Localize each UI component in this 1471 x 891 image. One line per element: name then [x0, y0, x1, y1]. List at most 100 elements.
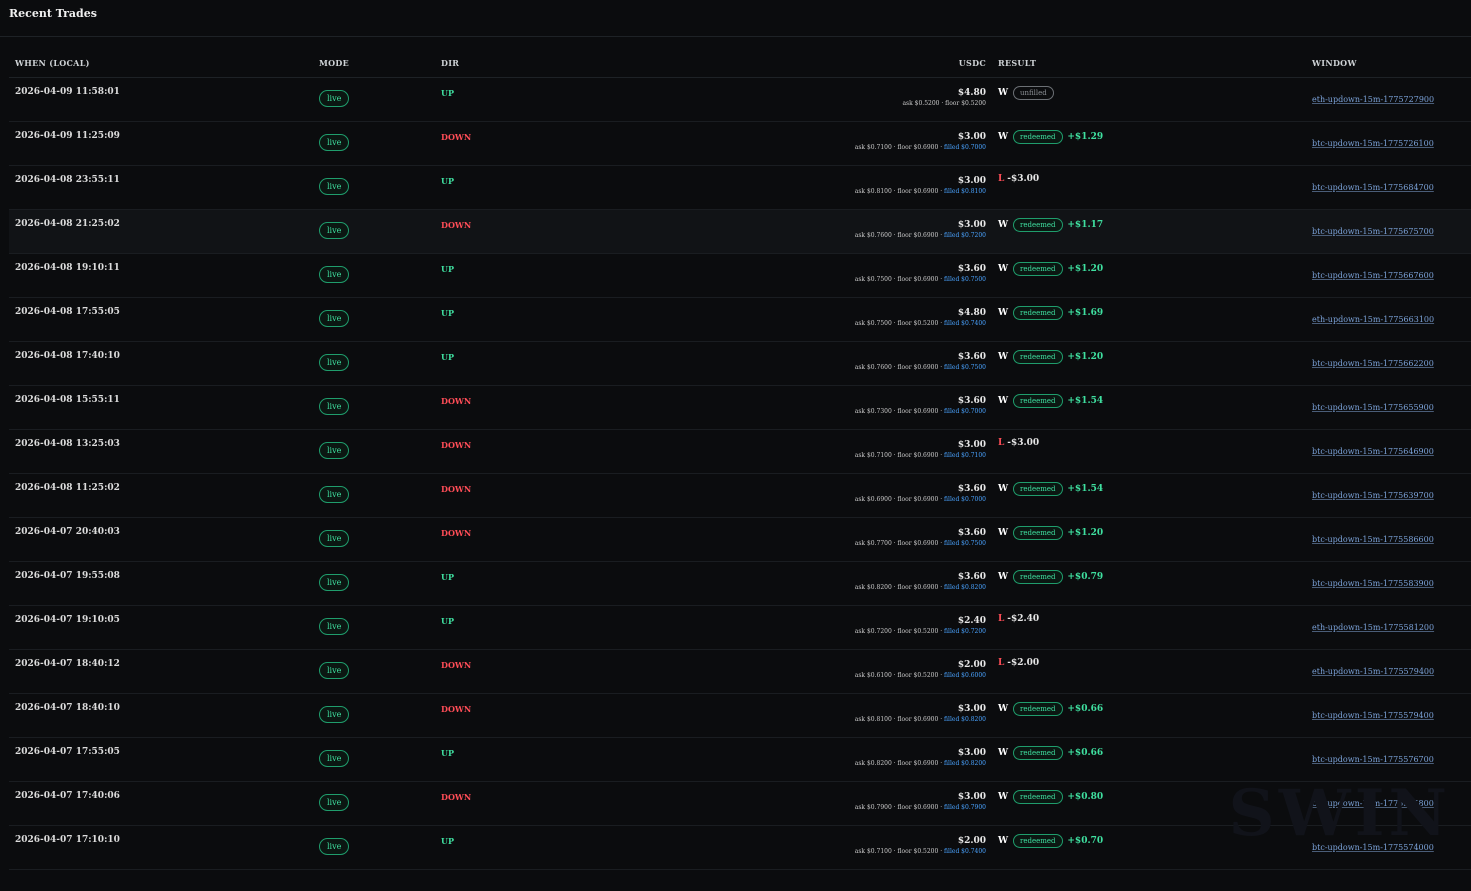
window-link[interactable]: btc-updown-15m-1775646900 [1312, 447, 1434, 456]
panel-header: Recent Trades [0, 0, 1471, 37]
table-row: 2026-04-08 21:25:02 live DOWN $3.00 ask … [9, 209, 1471, 254]
table-row: 2026-04-07 17:40:06 live DOWN $3.00 ask … [9, 781, 1471, 826]
outcome-letter: W [998, 352, 1009, 362]
direction: DOWN [435, 121, 561, 166]
price-details: ask $0.7500 · floor $0.6900 · filled $0.… [567, 275, 986, 285]
window-link[interactable]: btc-updown-15m-1775576700 [1312, 755, 1434, 764]
price-details: ask $0.8100 · floor $0.6900 · filled $0.… [567, 187, 986, 197]
usdc-amount: $2.00 [957, 660, 986, 670]
mode-cell: live [313, 605, 435, 650]
direction: DOWN [435, 209, 561, 254]
usdc-cell: $3.60 ask $0.7600 · floor $0.6900 · fill… [561, 341, 992, 386]
status-badge: unfilled [1012, 86, 1054, 100]
ask-floor-text: ask $0.6100 · floor $0.5200 · [854, 672, 945, 679]
usdc-cell: $3.00 ask $0.7600 · floor $0.6900 · fill… [561, 209, 992, 254]
mode-cell: live [313, 209, 435, 254]
window-link[interactable]: btc-updown-15m-1775655900 [1312, 403, 1434, 412]
window-link[interactable]: btc-updown-15m-1775726100 [1312, 139, 1434, 148]
window-cell: btc-updown-15m-1775726100 [1306, 121, 1471, 166]
price-details: ask $0.7900 · floor $0.6900 · filled $0.… [567, 803, 986, 813]
status-badge: redeemed [1012, 790, 1063, 804]
ask-floor-text: ask $0.8100 · floor $0.6900 · [854, 188, 945, 195]
result-cell: W redeemed +$1.20 [992, 517, 1306, 562]
outcome-letter: W [998, 748, 1009, 758]
status-badge: redeemed [1012, 834, 1063, 848]
pnl-value: -$3.00 [1007, 438, 1040, 448]
usdc-cell: $3.00 ask $0.7100 · floor $0.6900 · fill… [561, 429, 992, 474]
ask-floor-text: ask $0.7500 · floor $0.5200 · [854, 320, 945, 327]
window-link[interactable]: eth-updown-15m-1775663100 [1312, 315, 1434, 324]
direction: DOWN [435, 429, 561, 474]
window-cell: btc-updown-15m-1775575800 [1306, 781, 1471, 826]
mode-badge: live [319, 750, 350, 767]
window-link[interactable]: btc-updown-15m-1775662200 [1312, 359, 1434, 368]
outcome-letter: W [998, 308, 1009, 318]
table-row: 2026-04-07 17:10:10 live UP $2.00 ask $0… [9, 825, 1471, 870]
outcome-letter: W [998, 264, 1009, 274]
result-cell: W redeemed +$1.54 [992, 473, 1306, 518]
filled-price: filled $0.7400 [944, 320, 986, 327]
filled-price: filled $0.8100 [944, 188, 986, 195]
usdc-cell: $3.00 ask $0.8100 · floor $0.6900 · fill… [561, 693, 992, 738]
window-link[interactable]: btc-updown-15m-1775579400 [1312, 711, 1434, 720]
table-row: 2026-04-08 17:55:05 live UP $4.80 ask $0… [9, 297, 1471, 342]
window-cell: eth-updown-15m-1775579400 [1306, 649, 1471, 694]
result-cell: L -$2.40 [992, 605, 1306, 650]
result-cell: W redeemed +$0.80 [992, 781, 1306, 826]
window-link[interactable]: btc-updown-15m-1775639700 [1312, 491, 1434, 500]
window-link[interactable]: btc-updown-15m-1775583900 [1312, 579, 1434, 588]
col-header-dir: DIR [435, 48, 561, 78]
col-header-result: RESULT [992, 48, 1306, 78]
price-details: ask $0.8200 · floor $0.6900 · filled $0.… [567, 583, 986, 593]
pnl-value: +$1.69 [1067, 308, 1104, 318]
filled-price: filled $0.7000 [944, 496, 986, 503]
outcome-letter: W [998, 132, 1009, 142]
result-cell: W redeemed +$1.20 [992, 341, 1306, 386]
pnl-value: +$1.17 [1067, 220, 1104, 230]
filled-price: filled $0.6000 [944, 672, 986, 679]
pnl-value: +$1.54 [1067, 484, 1104, 494]
direction: DOWN [435, 473, 561, 518]
status-badge: redeemed [1012, 262, 1063, 276]
direction: DOWN [435, 781, 561, 826]
status-badge: redeemed [1012, 526, 1063, 540]
trade-time: 2026-04-08 17:55:05 [9, 297, 313, 342]
pnl-value: +$0.70 [1067, 836, 1104, 846]
window-link[interactable]: btc-updown-15m-1775575800 [1312, 799, 1434, 808]
filled-price: filled $0.7400 [944, 848, 986, 855]
direction: UP [435, 737, 561, 782]
ask-floor-text: ask $0.5200 · floor $0.5200 [902, 100, 986, 107]
usdc-cell: $3.60 ask $0.6900 · floor $0.6900 · fill… [561, 473, 992, 518]
window-link[interactable]: eth-updown-15m-1775579400 [1312, 667, 1434, 676]
usdc-cell: $3.00 ask $0.8100 · floor $0.6900 · fill… [561, 165, 992, 210]
usdc-cell: $3.60 ask $0.7300 · floor $0.6900 · fill… [561, 385, 992, 430]
result-cell: W redeemed +$1.69 [992, 297, 1306, 342]
filled-price: filled $0.7000 [944, 144, 986, 151]
outcome-letter: W [998, 220, 1009, 230]
window-link[interactable]: btc-updown-15m-1775675700 [1312, 227, 1434, 236]
mode-badge: live [319, 178, 350, 195]
status-badge: redeemed [1012, 746, 1063, 760]
window-link[interactable]: btc-updown-15m-1775667600 [1312, 271, 1434, 280]
window-link[interactable]: btc-updown-15m-1775684700 [1312, 183, 1434, 192]
direction: UP [435, 297, 561, 342]
window-cell: btc-updown-15m-1775662200 [1306, 341, 1471, 386]
window-link[interactable]: eth-updown-15m-1775727900 [1312, 95, 1434, 104]
window-link[interactable]: btc-updown-15m-1775586600 [1312, 535, 1434, 544]
price-details: ask $0.8100 · floor $0.6900 · filled $0.… [567, 715, 986, 725]
table-row: 2026-04-08 11:25:02 live DOWN $3.60 ask … [9, 473, 1471, 518]
trade-time: 2026-04-07 19:10:05 [9, 605, 313, 650]
window-link[interactable]: eth-updown-15m-1775581200 [1312, 623, 1434, 632]
pnl-value: +$0.66 [1067, 748, 1104, 758]
direction: DOWN [435, 517, 561, 562]
table-row: 2026-04-08 13:25:03 live DOWN $3.00 ask … [9, 429, 1471, 474]
status-badge: redeemed [1012, 482, 1063, 496]
price-details: ask $0.7100 · floor $0.6900 · filled $0.… [567, 451, 986, 461]
outcome-letter: W [998, 528, 1009, 538]
usdc-cell: $3.60 ask $0.8200 · floor $0.6900 · fill… [561, 561, 992, 606]
result-cell: L -$3.00 [992, 165, 1306, 210]
window-cell: eth-updown-15m-1775581200 [1306, 605, 1471, 650]
price-details: ask $0.6900 · floor $0.6900 · filled $0.… [567, 495, 986, 505]
window-link[interactable]: btc-updown-15m-1775574000 [1312, 843, 1434, 852]
usdc-cell: $4.80 ask $0.7500 · floor $0.5200 · fill… [561, 297, 992, 342]
